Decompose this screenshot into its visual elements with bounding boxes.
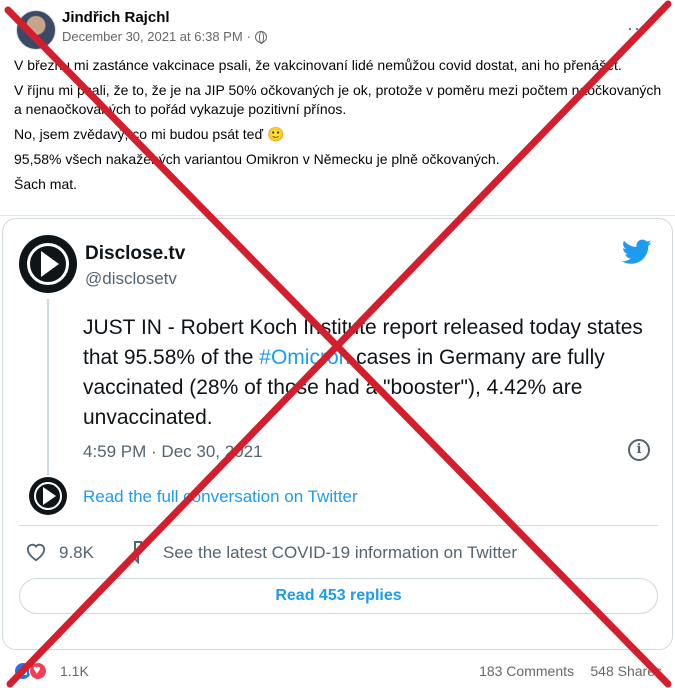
tweet-card[interactable]: Disclose.tv @disclosetv JUST IN - Robert… <box>2 218 673 650</box>
post-paragraph: V říjnu mi psali, že to, že je na JIP 50… <box>14 82 662 117</box>
post-paragraph: 95,58% všech nakažených variantou Omikro… <box>14 151 500 167</box>
post-paragraph: V březnu mi zastánce vakcinace psali, že… <box>14 57 622 73</box>
tweet-author-avatar[interactable] <box>19 235 77 293</box>
post-text: V březnu mi zastánce vakcinace psali, že… <box>14 56 662 200</box>
hashtag-link[interactable]: #Omicron <box>259 346 350 369</box>
reactions-bar: 1.1K 183 Comments 548 Shares <box>14 660 664 684</box>
reaction-count[interactable]: 1.1K <box>60 663 89 679</box>
heart-icon[interactable] <box>25 542 47 562</box>
love-reaction-icon[interactable] <box>29 662 47 680</box>
post-header: Jindřich Rajchl December 30, 2021 at 6:3… <box>12 8 662 50</box>
tweet-author-name[interactable]: Disclose.tv <box>85 243 185 265</box>
tweet-body: JUST IN - Robert Koch Institute report r… <box>83 313 658 433</box>
more-options-icon[interactable]: ··· <box>627 18 648 39</box>
post-timestamp[interactable]: December 30, 2021 at 6:38 PM <box>62 29 243 44</box>
twitter-bird-icon[interactable] <box>622 239 652 265</box>
divider <box>19 525 658 526</box>
author-name[interactable]: Jindřich Rajchl <box>62 9 170 26</box>
tweet-reply-avatar[interactable] <box>29 477 67 515</box>
globe-icon <box>255 30 268 44</box>
post-meta: December 30, 2021 at 6:38 PM · <box>62 29 268 44</box>
info-icon[interactable]: i <box>628 439 650 461</box>
embedded-tweet: Disclose.tv @disclosetv JUST IN - Robert… <box>0 215 675 651</box>
comments-count[interactable]: 183 Comments <box>479 663 574 679</box>
post-paragraph: No, jsem zvědavý, co mi budou psát teď 🙂 <box>14 126 285 142</box>
tweet-author-handle[interactable]: @disclosetv <box>85 269 177 289</box>
author-avatar[interactable] <box>16 10 56 50</box>
read-full-conversation-link[interactable]: Read the full conversation on Twitter <box>83 487 358 507</box>
shares-count[interactable]: 548 Shares <box>590 663 662 679</box>
read-replies-button[interactable]: Read 453 replies <box>19 578 658 614</box>
thread-line <box>47 299 49 475</box>
covid-info-link[interactable]: See the latest COVID-19 information on T… <box>163 543 517 563</box>
meta-separator: · <box>246 29 252 44</box>
covid-info-icon[interactable] <box>129 540 147 564</box>
tweet-like-count[interactable]: 9.8K <box>59 543 94 563</box>
post-paragraph: Šach mat. <box>14 176 78 192</box>
tweet-timestamp[interactable]: 4:59 PM · Dec 30, 2021 <box>83 442 263 462</box>
